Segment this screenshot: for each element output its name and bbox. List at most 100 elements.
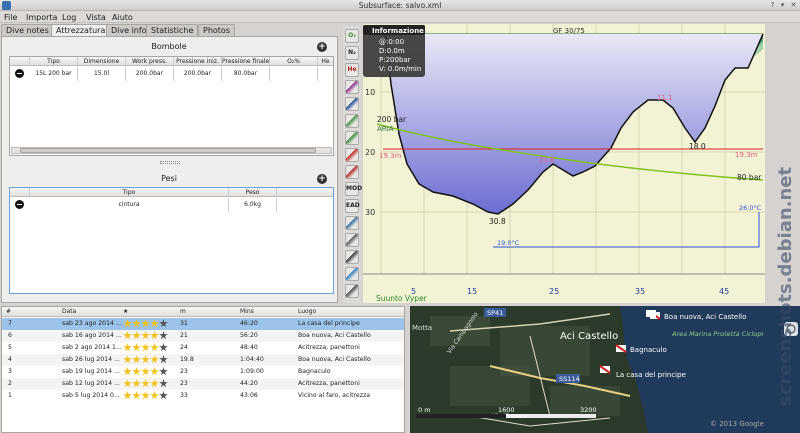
cylinder-o2[interactable] <box>270 67 318 81</box>
o2-icon[interactable]: O₂ <box>345 29 359 43</box>
star-icon[interactable] <box>123 343 132 352</box>
star-icon[interactable] <box>123 331 132 340</box>
he-icon[interactable]: He <box>345 63 359 77</box>
star-icon[interactable] <box>159 331 168 340</box>
menu-vista[interactable]: Vista <box>86 13 106 22</box>
dive-profile[interactable]: GF 30/75 19.3m 19.3m 200 bar ARIA 80 bar… <box>363 24 765 303</box>
col-header-number[interactable]: # <box>6 308 11 315</box>
star-icon[interactable] <box>150 379 159 388</box>
mod-icon[interactable]: MOD <box>345 182 362 196</box>
star-icon[interactable] <box>141 379 150 388</box>
star-icon[interactable] <box>132 319 141 328</box>
cylinders-scrollbar[interactable] <box>11 147 332 154</box>
cylinder-he[interactable] <box>318 67 333 81</box>
ndl-icon[interactable] <box>345 216 359 230</box>
col-header-data[interactable]: Data <box>62 308 76 315</box>
star-icon[interactable] <box>132 379 141 388</box>
dive-row[interactable]: 6 sab 16 ago 2014 ... 21 56:20 Boa nuova, Ac… <box>2 330 404 342</box>
col-header-mins[interactable]: Mins <box>240 308 254 315</box>
star-icon[interactable] <box>159 319 168 328</box>
ceiling-icon[interactable] <box>345 80 359 94</box>
star-icon[interactable] <box>159 343 168 352</box>
col-header-o2[interactable]: O₂% <box>270 57 318 65</box>
remove-cylinder-icon[interactable] <box>15 69 24 78</box>
star-icon[interactable] <box>150 331 159 340</box>
star-icon[interactable] <box>141 367 150 376</box>
tissue-icon[interactable] <box>345 114 359 128</box>
star-icon[interactable] <box>123 355 132 364</box>
star-icon[interactable] <box>159 367 168 376</box>
star-icon[interactable] <box>141 319 150 328</box>
ppo2-icon[interactable] <box>345 165 359 179</box>
col-header-rating[interactable]: ★ <box>123 308 128 315</box>
add-cylinder-button[interactable]: + <box>317 42 327 52</box>
dive-map[interactable]: SP41 SS114 Aci Castello Motta Via Firenz… <box>410 306 800 433</box>
col-header-dimensione[interactable]: Dimensione <box>78 57 126 65</box>
star-icon[interactable] <box>123 391 132 400</box>
gradient-icon[interactable] <box>345 131 359 145</box>
col-header-he[interactable]: He <box>318 57 333 65</box>
help-window-icon[interactable]: ? <box>768 1 777 10</box>
star-icon[interactable] <box>150 367 159 376</box>
col-header-tipo[interactable]: Tipo <box>30 188 229 196</box>
col-header-icon[interactable] <box>10 188 30 196</box>
dive-row[interactable]: 3 sab 19 lug 2014 ... 23 1:09:00 Bagnaculo <box>2 366 404 378</box>
col-header-work-press[interactable]: Work press. <box>126 57 174 65</box>
tab-statistiche[interactable]: Statistiche <box>146 24 199 36</box>
weight-peso[interactable]: 6.0kg <box>229 198 277 212</box>
scrollbar-thumb[interactable] <box>20 148 316 153</box>
splitter-handle[interactable] <box>160 161 180 164</box>
star-icon[interactable] <box>150 343 159 352</box>
n2-icon[interactable]: N₂ <box>345 46 359 60</box>
col-header-depth[interactable]: m <box>180 308 186 315</box>
dive-row[interactable]: 2 sab 12 lug 2014 ... 23 44:20 Acitrezza, pa… <box>2 378 404 390</box>
col-header-icon[interactable] <box>10 57 30 65</box>
heart-icon[interactable] <box>345 148 359 162</box>
add-weight-button[interactable]: + <box>317 174 327 184</box>
ruler-icon[interactable] <box>345 250 359 264</box>
cylinder-work-press[interactable]: 200.0bar <box>126 67 174 81</box>
remove-weight-icon[interactable] <box>15 200 24 209</box>
star-icon[interactable] <box>159 355 168 364</box>
star-icon[interactable] <box>159 379 168 388</box>
star-icon[interactable] <box>132 343 141 352</box>
tab-photos[interactable]: Photos <box>198 24 235 36</box>
star-icon[interactable] <box>150 355 159 364</box>
menu-log[interactable]: Log <box>62 13 76 22</box>
cylinder-row[interactable]: 15L 200 bar 15.0l 200.0bar 200.0bar 80.0… <box>10 67 333 81</box>
col-header-pressione-finale[interactable]: Pressione finale <box>222 57 270 65</box>
star-icon[interactable] <box>150 319 159 328</box>
minimize-icon[interactable]: ▾ <box>778 1 787 10</box>
sac-icon[interactable] <box>345 233 359 247</box>
photo-icon[interactable] <box>345 284 359 298</box>
dive-row[interactable]: 7 sab 23 ago 2014 ... 31 46:20 La casa del p… <box>2 318 404 330</box>
menu-file[interactable]: File <box>4 13 17 22</box>
star-icon[interactable] <box>123 319 132 328</box>
tab-dive-info[interactable]: Dive info <box>106 24 152 36</box>
close-icon[interactable]: ✕ <box>789 1 798 10</box>
cylinder-dimensione[interactable]: 15.0l <box>78 67 126 81</box>
dive-row[interactable]: 4 sab 26 lug 2014 ... 19.8 1:04:40 Boa nuova… <box>2 354 404 366</box>
tab-dive-notes[interactable]: Dive notes <box>1 24 54 36</box>
col-header-luogo[interactable]: Luogo <box>298 308 316 315</box>
star-icon[interactable] <box>123 367 132 376</box>
dive-row[interactable]: 1 sab 5 lug 2014 0... 33 43:06 Vicino al far… <box>2 390 404 402</box>
cylinder-pressione-iniz[interactable]: 200.0bar <box>174 67 222 81</box>
menu-aiuto[interactable]: Aiuto <box>112 13 133 22</box>
info-box[interactable]: Informazione @:0:00 D:0.0m P:200bar V: 0… <box>363 25 425 77</box>
star-icon[interactable] <box>132 367 141 376</box>
ead-icon[interactable]: EAD <box>345 199 360 213</box>
star-icon[interactable] <box>123 379 132 388</box>
star-icon[interactable] <box>141 391 150 400</box>
dive-marker-1[interactable]: Boa nuova, Aci Castello <box>649 311 746 321</box>
star-icon[interactable] <box>132 391 141 400</box>
dive-row[interactable]: 5 sab 2 ago 2014 1... 24 48:40 Acitrezza, pa… <box>2 342 404 354</box>
cylinder-tipo[interactable]: 15L 200 bar <box>30 67 78 81</box>
star-icon[interactable] <box>132 331 141 340</box>
star-icon[interactable] <box>159 391 168 400</box>
col-header-tipo[interactable]: Tipo <box>30 57 78 65</box>
col-header-peso[interactable]: Peso <box>229 188 277 196</box>
cylinder-pressione-finale[interactable]: 80.0bar <box>222 67 270 81</box>
star-icon[interactable] <box>141 343 150 352</box>
dive-marker-4[interactable] <box>646 310 656 317</box>
